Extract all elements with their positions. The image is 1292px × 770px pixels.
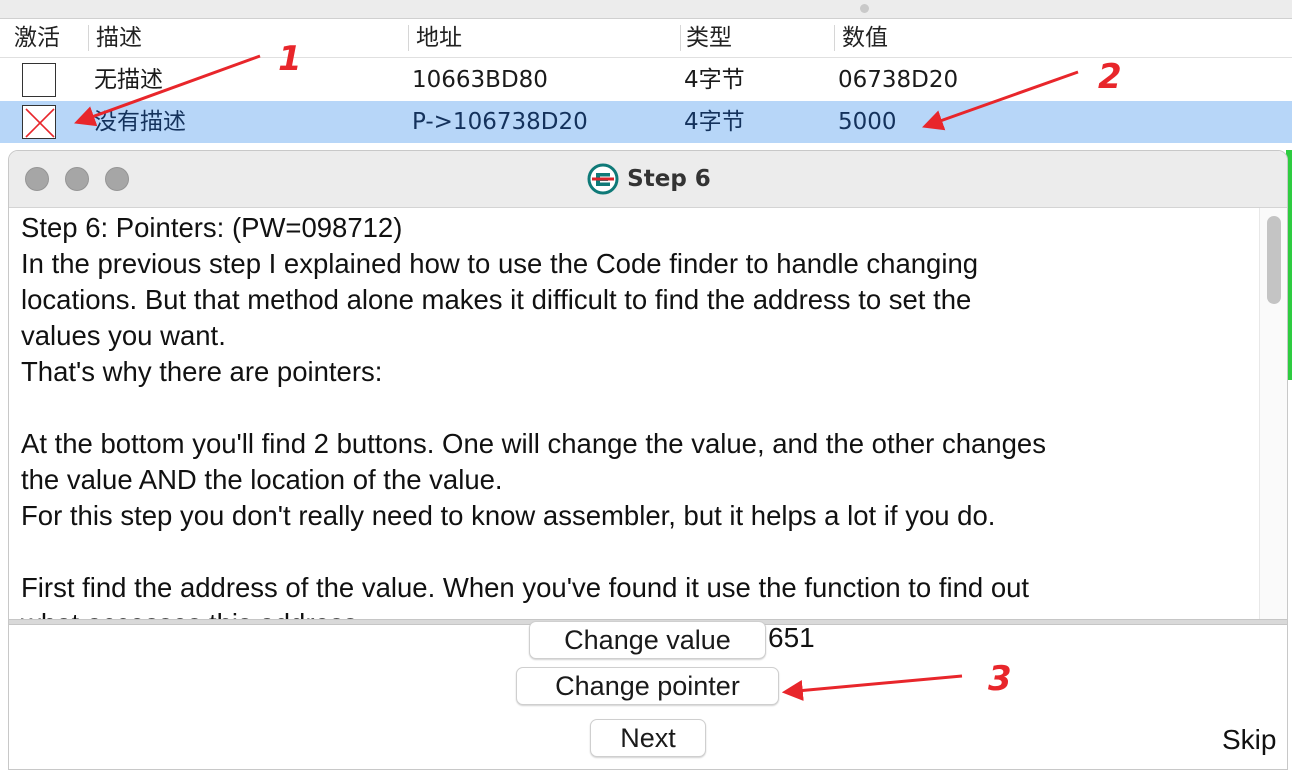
header-active[interactable]: 激活: [14, 19, 60, 57]
active-checkbox[interactable]: [22, 63, 56, 97]
tutorial-text-area[interactable]: Step 6: Pointers: (PW=098712) In the pre…: [9, 208, 1259, 619]
dialog-title: Step 6: [627, 166, 711, 192]
table-row[interactable]: 无描述 10663BD80 4字节 06738D20: [0, 59, 1292, 101]
address-table: 激活 描述 地址 类型 数值 无描述 10663BD80 4字节 06738D2…: [0, 0, 1292, 150]
header-type[interactable]: 类型: [686, 19, 732, 57]
text-line-blank: [21, 534, 1251, 570]
text-line: That's why there are pointers:: [21, 356, 383, 387]
row-description: 没有描述: [94, 109, 186, 135]
vertical-scrollbar[interactable]: [1259, 208, 1287, 619]
row-address: P->106738D20: [412, 109, 588, 135]
header-value[interactable]: 数值: [842, 19, 888, 57]
row-description: 无描述: [94, 67, 163, 93]
header-description[interactable]: 描述: [96, 19, 142, 57]
table-header: 激活 描述 地址 类型 数值: [0, 19, 1292, 58]
table-row-selected[interactable]: 没有描述 P->106738D20 4字节 5000: [0, 101, 1292, 143]
change-value-button[interactable]: Change value: [529, 621, 766, 659]
row-value: 5000: [838, 109, 897, 135]
text-line-blank: [21, 390, 1251, 426]
text-line: Step 6: Pointers: (PW=098712): [21, 212, 403, 243]
tutorial-text: Step 6: Pointers: (PW=098712) In the pre…: [21, 210, 1251, 619]
title-wrap: Step 6: [9, 151, 1287, 207]
change-pointer-button[interactable]: Change pointer: [516, 667, 779, 705]
table-top-strip: [0, 0, 1292, 19]
text-line: For this step you don't really need to k…: [21, 500, 996, 531]
header-separator: [834, 25, 835, 51]
scrollbar-thumb[interactable]: [1267, 216, 1281, 304]
header-separator: [88, 25, 89, 51]
skip-link[interactable]: Skip: [1222, 724, 1276, 756]
row-value: 06738D20: [838, 67, 959, 93]
text-line: values you want.: [21, 320, 226, 351]
text-line: In the previous step I explained how to …: [21, 248, 979, 279]
header-separator: [680, 25, 681, 51]
header-address[interactable]: 地址: [416, 19, 462, 57]
header-separator: [408, 25, 409, 51]
text-line: First find the address of the value. Whe…: [21, 572, 1030, 603]
strip-knob: [860, 4, 869, 13]
row-type: 4字节: [684, 109, 745, 135]
text-line: the value AND the location of the value.: [21, 464, 503, 495]
cheat-engine-icon: [587, 163, 619, 195]
active-checkbox-checked[interactable]: [22, 105, 56, 139]
row-address: 10663BD80: [412, 67, 548, 93]
row-type: 4字节: [684, 67, 745, 93]
checked-cross-icon: [25, 108, 55, 138]
title-bar[interactable]: Step 6: [9, 151, 1287, 208]
text-line: what accesses this address.: [21, 606, 1251, 619]
text-line: locations. But that method alone makes i…: [21, 284, 972, 315]
next-button[interactable]: Next: [590, 719, 706, 757]
text-line: At the bottom you'll find 2 buttons. One…: [21, 428, 1046, 459]
current-value: 651: [768, 622, 815, 653]
